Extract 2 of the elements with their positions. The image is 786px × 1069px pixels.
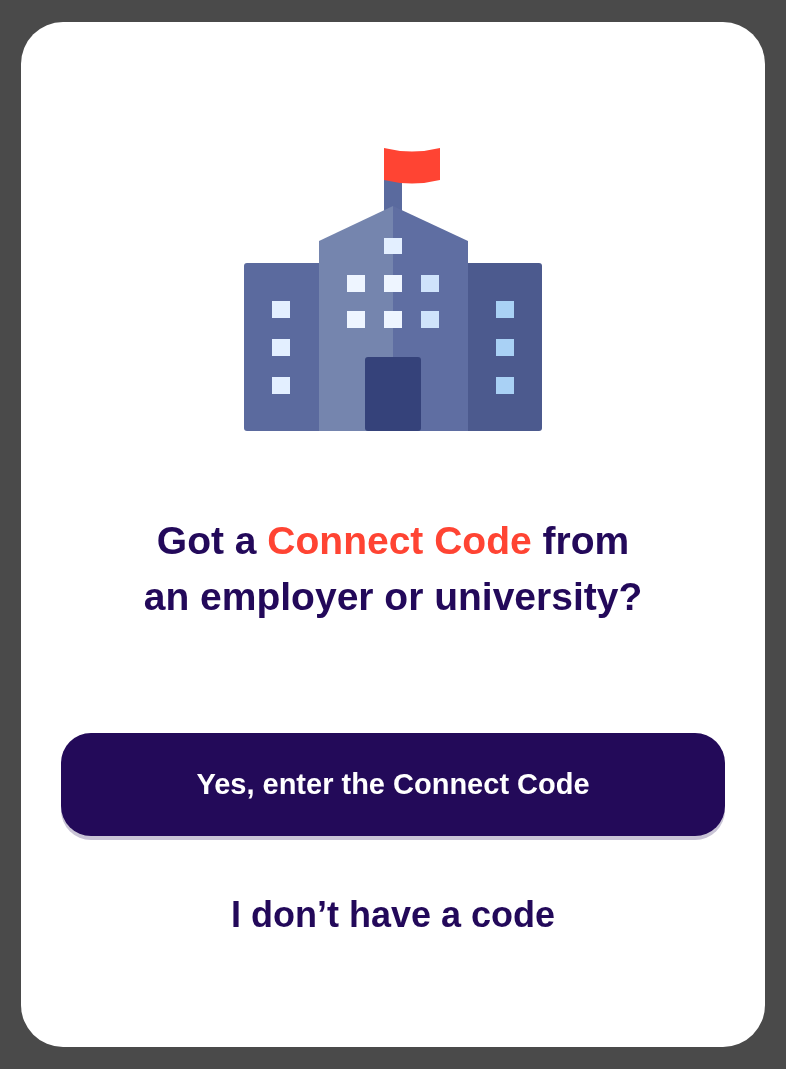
no-code-link[interactable]: I don’t have a code xyxy=(230,888,556,942)
prompt-heading: Got a Connect Code from an employer or university? xyxy=(143,518,643,620)
